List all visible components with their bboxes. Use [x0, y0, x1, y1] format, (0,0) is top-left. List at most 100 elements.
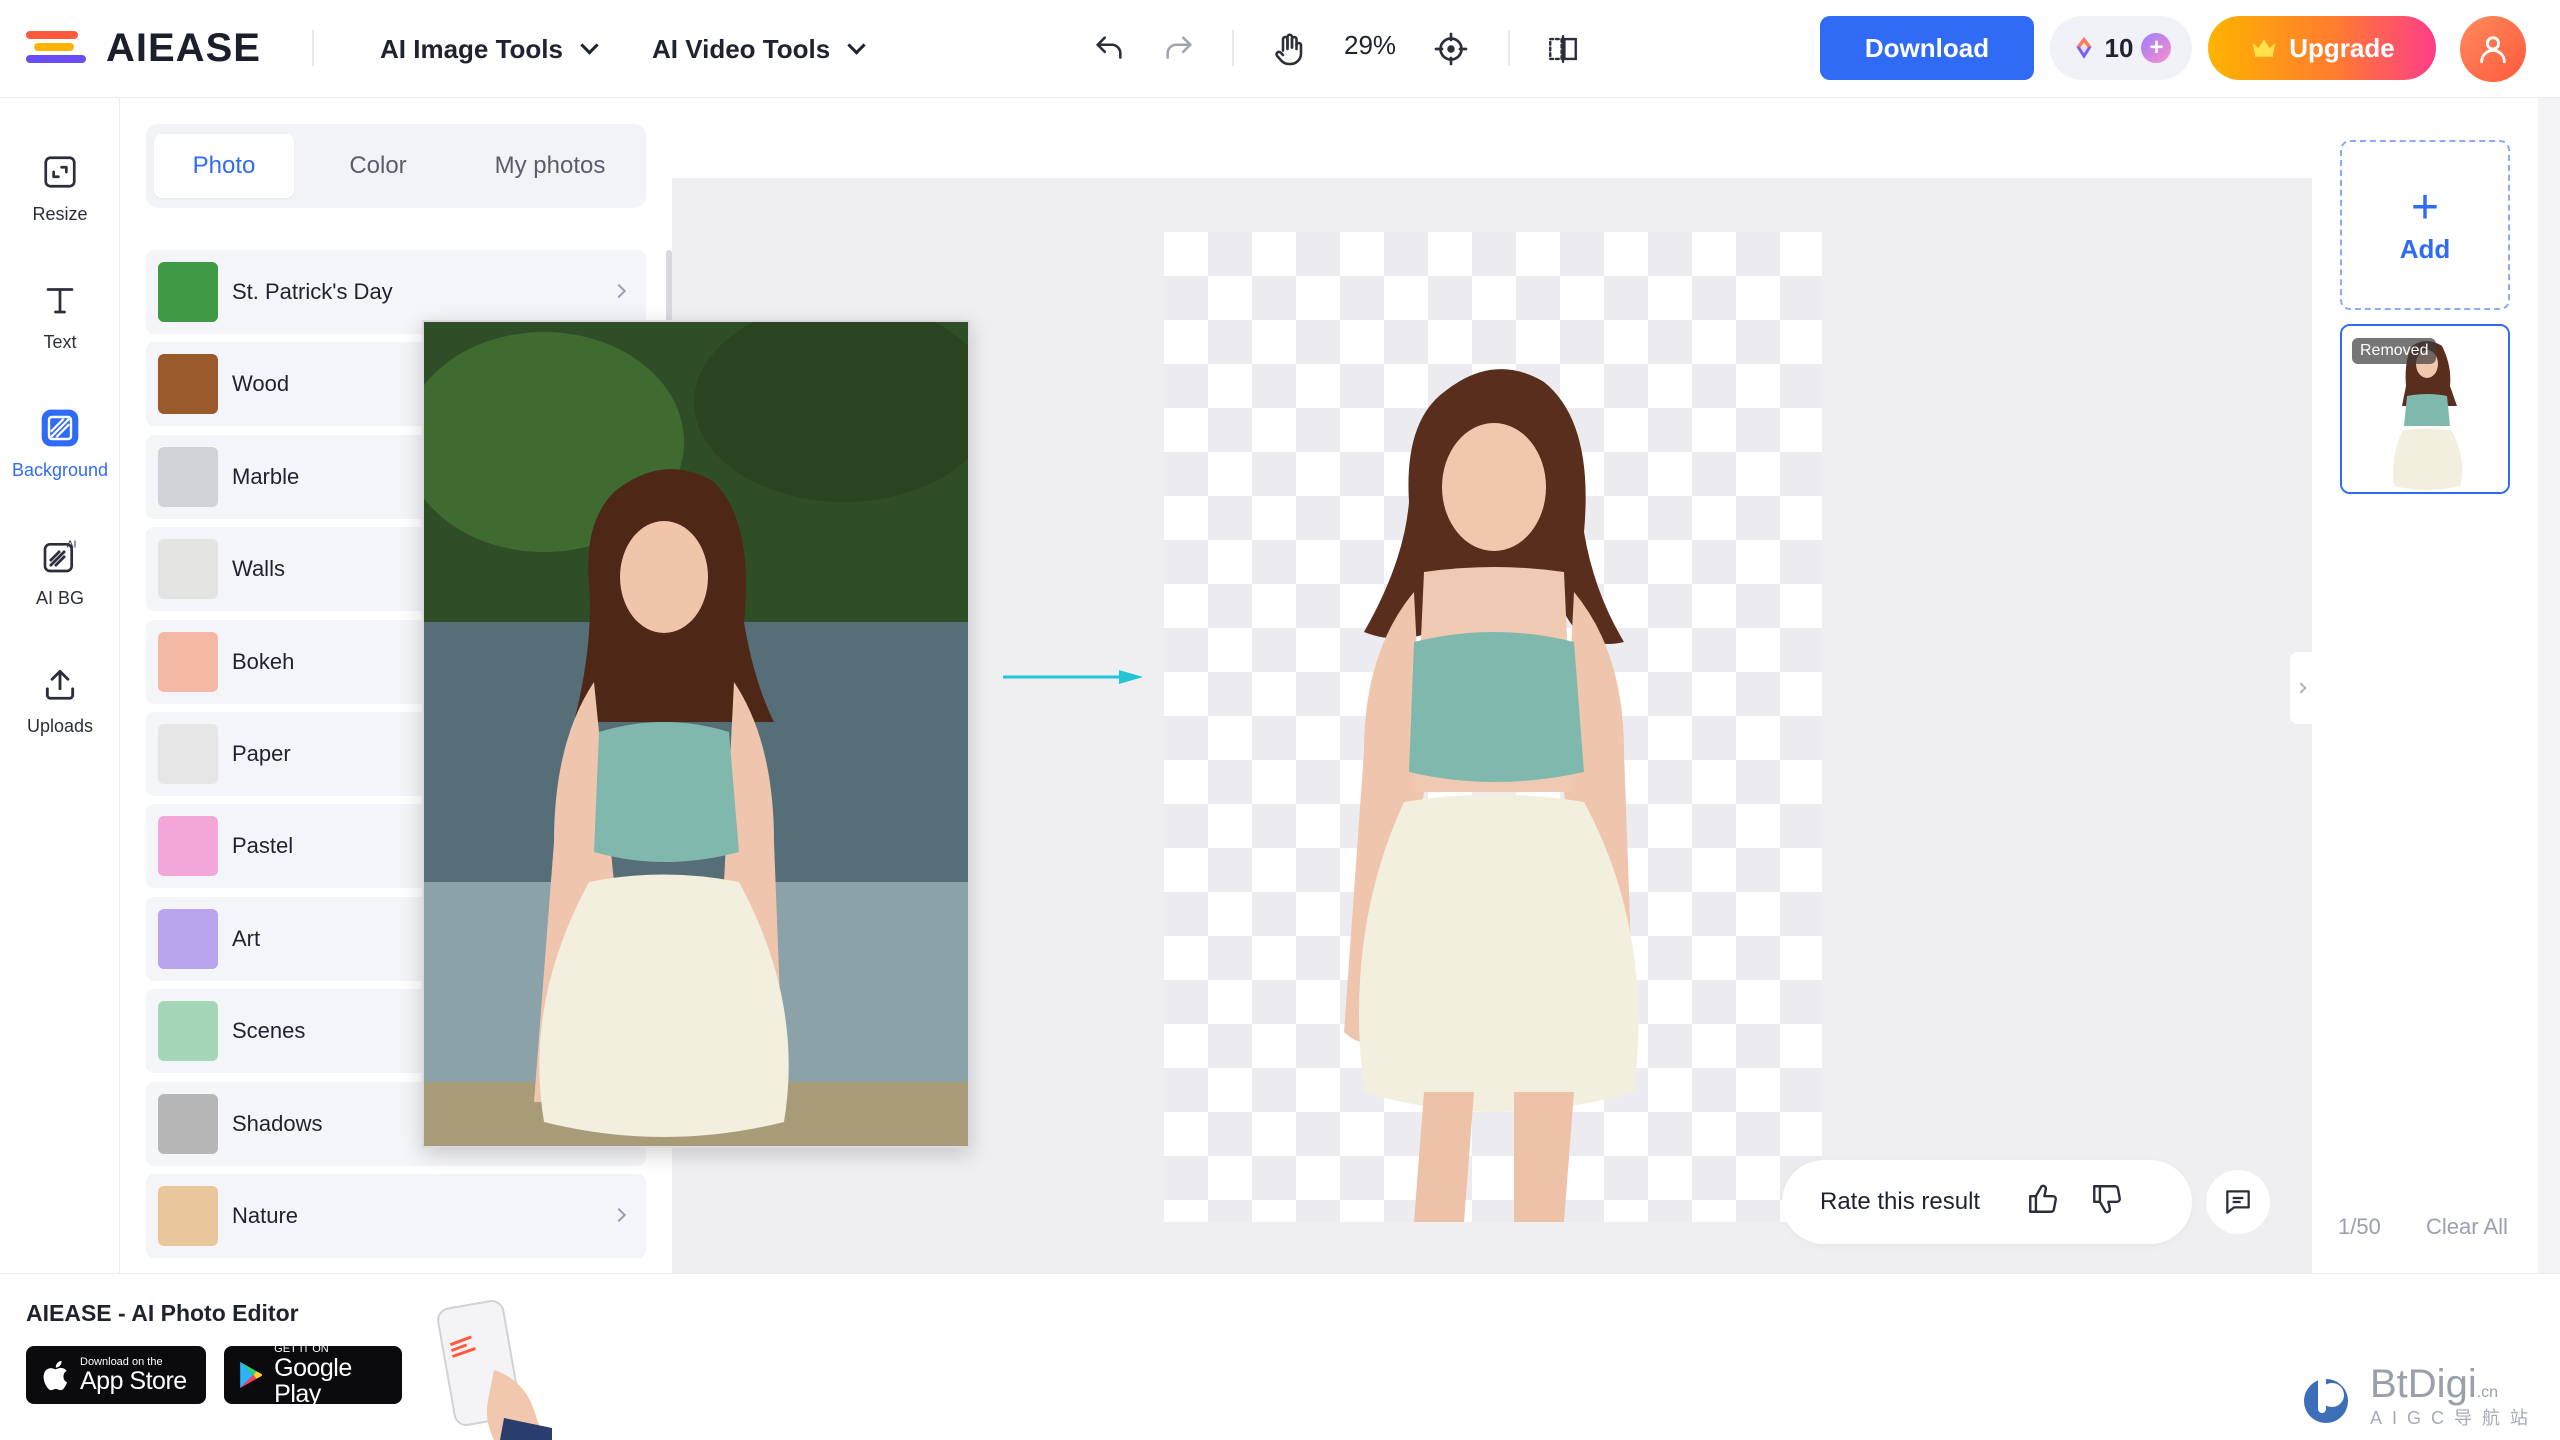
status-badge: Removed	[2352, 338, 2437, 364]
watermark-logo-icon	[2304, 1373, 2348, 1423]
list-item[interactable]: Nature	[146, 1173, 646, 1258]
menu-ai-video-tools[interactable]: AI Video Tools	[652, 28, 866, 70]
result-canvas[interactable]	[1164, 232, 1822, 1222]
image-counter: 1/50	[2338, 1214, 2381, 1239]
category-thumbnail	[158, 1093, 218, 1154]
result-thumbnail[interactable]: Removed	[2340, 324, 2510, 494]
watermark: BtDigi.cn AIGC导航站	[2296, 1364, 2538, 1430]
left-rail: Resize Text Background AI AI BG Uploads	[0, 98, 120, 1278]
redo-icon	[1166, 36, 1192, 59]
undo-icon	[1096, 36, 1122, 59]
compare-button[interactable]	[1540, 26, 1586, 72]
category-thumbnail	[158, 1185, 218, 1246]
category-label: Paper	[232, 740, 291, 766]
plus-icon: +	[2410, 180, 2440, 234]
chevron-right-icon	[611, 283, 627, 299]
sidebar-item-label: Uploads	[26, 716, 94, 736]
watermark-text: BtDigi	[2370, 1362, 2477, 1406]
sidebar-item-label: Text	[43, 332, 77, 352]
panel-tabs: Photo Color My photos	[146, 124, 646, 208]
menu-ai-image-tools[interactable]: AI Image Tools	[380, 28, 599, 70]
divider	[1232, 30, 1234, 66]
zoom-level[interactable]: 29%	[1344, 30, 1396, 61]
add-image-button[interactable]: + Add	[2340, 140, 2510, 310]
category-thumbnail	[158, 539, 218, 600]
upgrade-label: Upgrade	[2289, 32, 2395, 63]
download-button[interactable]: Download	[1820, 16, 2034, 80]
original-photo-preview	[422, 320, 970, 1148]
app-logo[interactable]: AIEASE	[26, 20, 261, 76]
redo-button[interactable]	[1156, 26, 1202, 72]
category-thumbnail	[158, 446, 218, 507]
chevron-down-icon	[847, 35, 866, 55]
google-play-icon	[240, 1361, 262, 1389]
hand-icon	[1275, 33, 1303, 66]
category-label: Nature	[232, 1202, 299, 1228]
panel-collapse-handle[interactable]	[2290, 652, 2312, 724]
ai-bg-icon: AI	[38, 534, 82, 578]
upload-icon	[38, 662, 82, 706]
thumbs-up-button[interactable]	[2026, 1182, 2060, 1223]
category-thumbnail	[158, 262, 218, 322]
thumbs-up-icon	[2029, 1184, 2058, 1213]
google-play-button[interactable]: GET IT ON Google Play	[224, 1343, 402, 1408]
watermark-subtext: AIGC导航站	[2370, 1408, 2539, 1428]
google-play-label: Google Play	[274, 1354, 352, 1408]
add-credits-icon[interactable]: +	[2141, 33, 2172, 63]
tab-color[interactable]: Color	[294, 134, 462, 198]
compare-icon	[1549, 35, 1577, 63]
app-store-button[interactable]: Download on the App Store	[26, 1346, 206, 1404]
category-thumbnail	[158, 723, 218, 784]
user-icon	[2480, 36, 2506, 64]
rate-result-bar: Rate this result	[1782, 1160, 2192, 1244]
sidebar-item-text[interactable]: Text	[0, 278, 120, 388]
canvas-toolbar-area	[672, 98, 2312, 178]
svg-text:AI: AI	[67, 540, 77, 551]
text-icon	[38, 278, 82, 322]
tab-photo[interactable]: Photo	[154, 134, 294, 198]
apple-icon	[43, 1360, 68, 1391]
feedback-button[interactable]	[2206, 1170, 2270, 1234]
category-label: Pastel	[232, 833, 294, 859]
tab-my-photos[interactable]: My photos	[462, 134, 638, 198]
sidebar-item-label: AI BG	[35, 588, 84, 608]
page-scrollbar[interactable]	[2538, 98, 2560, 1278]
clear-all-button[interactable]: Clear All	[2426, 1214, 2508, 1240]
divider	[1508, 30, 1510, 66]
category-label: Marble	[232, 463, 300, 489]
avatar[interactable]	[2460, 16, 2526, 82]
credits-count: 10	[2104, 32, 2134, 63]
hand-tool-button[interactable]	[1266, 26, 1312, 72]
category-label: Bokeh	[232, 648, 295, 674]
credits-badge[interactable]: 10 +	[2050, 16, 2192, 80]
category-label: Wood	[232, 371, 290, 397]
sidebar-item-resize[interactable]: Resize	[0, 150, 120, 260]
category-label: Art	[232, 925, 261, 951]
original-photo	[424, 322, 968, 1146]
watermark-suffix: .cn	[2476, 1384, 2499, 1401]
gem-icon	[2075, 37, 2092, 59]
crown-icon	[2253, 39, 2276, 57]
phone-illustration-icon	[437, 1300, 552, 1440]
category-label: Shadows	[232, 1110, 323, 1136]
footer-title: AIEASE - AI Photo Editor	[26, 1300, 299, 1326]
cutout-subject	[1344, 369, 1639, 1222]
top-bar: AIEASE AI Image Tools AI Video Tools 29%…	[0, 0, 2560, 98]
resize-icon	[38, 150, 82, 194]
category-label: St. Patrick's Day	[232, 279, 393, 304]
sidebar-item-uploads[interactable]: Uploads	[0, 662, 120, 772]
sidebar-item-ai-bg[interactable]: AI AI BG	[0, 534, 120, 644]
category-label: Walls	[232, 556, 285, 582]
undo-button[interactable]	[1086, 26, 1132, 72]
crosshair-icon	[1434, 32, 1468, 66]
chat-icon	[2226, 1190, 2250, 1214]
rate-label: Rate this result	[1820, 1188, 1981, 1215]
upgrade-button[interactable]: Upgrade	[2208, 16, 2436, 80]
thumbs-down-button[interactable]	[2090, 1182, 2124, 1223]
logo-mark-icon	[26, 27, 92, 69]
sidebar-item-label: Resize	[32, 204, 88, 224]
add-label: Add	[2399, 233, 2451, 264]
sidebar-item-background[interactable]: Background	[0, 406, 120, 516]
fit-view-button[interactable]	[1428, 26, 1474, 72]
background-icon	[38, 406, 82, 450]
